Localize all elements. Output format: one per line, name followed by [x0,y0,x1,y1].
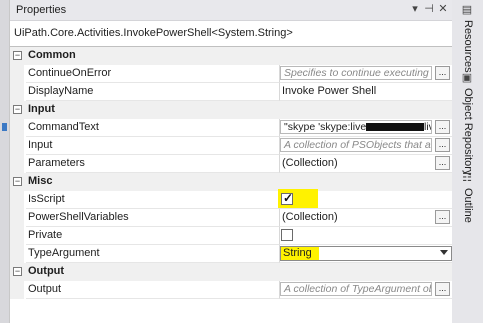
property-row-input: Input A collection of PSObjects that are… [10,137,454,155]
category-label: Output [28,265,65,277]
properties-panel: Properties ▾ ⊣ ✕ UiPath.Core.Activities.… [9,0,454,323]
outline-icon: ☷ [462,172,472,184]
properties-titlebar: Properties ▾ ⊣ ✕ [10,0,453,21]
dropdown-icon[interactable]: ▾ [409,2,421,16]
property-name: CommandText [26,119,281,137]
redaction-mark [366,123,424,131]
collapse-icon[interactable]: − [13,177,22,186]
tab-label: Outline [462,188,474,223]
property-name: Parameters [26,155,281,173]
chevron-down-icon[interactable] [440,250,448,255]
pin-icon[interactable]: ⊣ [423,2,435,16]
is-script-checkbox[interactable]: ✓ [281,191,294,205]
parameters-ellipsis-button[interactable]: ... [435,156,450,170]
continue-on-error-ellipsis-button[interactable]: ... [435,66,450,80]
collapse-icon[interactable]: − [13,105,22,114]
property-row-display-name: DisplayName Invoke Power Shell [10,83,454,101]
property-value: (Collection) [282,211,338,223]
property-name: Private [26,227,281,245]
property-row-output: Output A collection of TypeArgument obje… [10,281,454,299]
category-misc[interactable]: − Misc [10,173,453,191]
display-name-field[interactable]: Invoke Power Shell [279,83,454,101]
tab-label: Resources [462,20,474,73]
dock-indicator [2,123,7,131]
activity-type-label: UiPath.Core.Activities.InvokePowerShell<… [14,27,293,39]
object-repository-icon: ▣ [461,72,473,84]
powershell-variables-ellipsis-button[interactable]: ... [435,210,450,224]
left-dock-strip [0,0,9,323]
property-row-parameters: Parameters (Collection) ... [10,155,454,173]
property-value: "skype 'skype:live: [284,121,370,133]
property-name: PowerShellVariables [26,209,281,227]
command-text-ellipsis-button[interactable]: ... [435,120,450,134]
property-row-powershell-variables: PowerShellVariables (Collection) ... [10,209,454,227]
type-argument-select[interactable]: String [280,246,452,261]
property-value: String [283,247,312,259]
property-value-tail: liv [424,121,431,133]
property-name: Input [26,137,281,155]
resources-icon: ▤ [461,4,473,16]
private-checkbox[interactable] [281,229,293,241]
category-output[interactable]: − Output [10,263,453,281]
property-name: IsScript [26,191,281,209]
category-input[interactable]: − Input [10,101,453,119]
property-name: Output [26,281,281,299]
properties-title: Properties [16,4,67,16]
command-text-field[interactable]: "skype 'skype:live: liv [280,120,432,134]
category-common[interactable]: − Common [10,47,453,65]
property-value: Invoke Power Shell [282,85,377,97]
output-ellipsis-button[interactable]: ... [435,282,450,296]
category-label: Input [28,103,55,115]
property-row-type-argument: TypeArgument String [10,245,454,263]
input-field[interactable]: A collection of PSObjects that are p [280,138,432,152]
right-side-rail: ▤ Resources ▣ Object Repository ☷ Outlin… [452,0,483,323]
continue-on-error-field[interactable]: Specifies to continue executing the [280,66,432,80]
property-row-continue-on-error: ContinueOnError Specifies to continue ex… [10,65,454,83]
category-label: Common [28,49,76,61]
property-value: (Collection) [282,157,338,169]
collapse-icon[interactable]: − [13,267,22,276]
category-label: Misc [28,175,53,187]
checkmark-icon: ✓ [283,191,294,205]
close-icon[interactable]: ✕ [437,2,449,16]
tab-label: Object Repository [462,88,474,176]
property-name: DisplayName [26,83,281,101]
property-grid: − Common ContinueOnError Specifies to co… [10,46,454,299]
collapse-icon[interactable]: − [13,51,22,60]
property-row-private: Private [10,227,454,245]
property-row-command-text: CommandText "skype 'skype:live: liv ... [10,119,454,137]
output-field[interactable]: A collection of TypeArgument objec [280,282,432,296]
property-name: TypeArgument [26,245,281,263]
input-ellipsis-button[interactable]: ... [435,138,450,152]
property-name: ContinueOnError [26,65,281,83]
property-row-is-script: IsScript ✓ [10,189,454,209]
